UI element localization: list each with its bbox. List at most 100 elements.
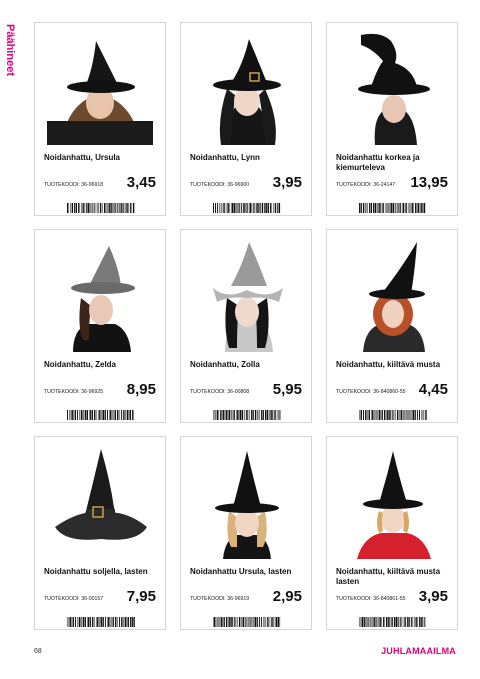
barcode-bar	[404, 410, 406, 420]
barcode-bar	[361, 410, 362, 420]
barcode-bar	[395, 203, 397, 213]
barcode-bar	[213, 203, 214, 213]
barcode-bar	[102, 617, 104, 627]
barcode-bar	[236, 410, 238, 420]
barcode-bar	[119, 617, 121, 627]
barcode-bar	[110, 410, 111, 420]
barcode-bar	[256, 617, 258, 627]
product-code: TUOTEKOODI: 36-840860-55	[336, 389, 406, 395]
barcode-bar	[234, 617, 236, 627]
barcode-bar	[395, 410, 396, 420]
barcode-bar	[373, 617, 375, 627]
barcode-bar	[414, 617, 416, 627]
barcode-bar	[128, 203, 129, 213]
product-title: Noidanhattu soljella, lasten	[44, 567, 148, 576]
barcode	[67, 617, 135, 627]
barcode-bar	[237, 617, 238, 627]
product-card[interactable]: Noidanhattu, Zelda TUOTEKOODI: 36-96925 …	[34, 229, 166, 423]
product-card[interactable]: Noidanhattu, kiiltävä musta TUOTEKOODI: …	[326, 229, 458, 423]
barcode-bar	[82, 203, 83, 213]
barcode-bar	[260, 617, 262, 627]
barcode-bar	[248, 617, 249, 627]
product-card[interactable]: Noidanhattu, Lynn TUOTEKOODI: 36-96900 3…	[180, 22, 312, 216]
barcode-bar	[368, 617, 370, 627]
barcode-bar	[231, 203, 234, 213]
barcode-bar	[413, 410, 415, 420]
barcode-bar	[375, 410, 377, 420]
barcode-bar	[91, 203, 93, 213]
product-card[interactable]: Noidanhattu, Zolla TUOTEKOODI: 36-00808 …	[180, 229, 312, 423]
barcode-bar	[261, 410, 263, 420]
barcode-bar	[409, 203, 411, 213]
barcode-bar	[408, 617, 410, 627]
product-card[interactable]: Noidanhattu korkea ja kiemurteleva TUOTE…	[326, 22, 458, 216]
product-card[interactable]: Noidanhattu, kiiltävä musta lasten TUOTE…	[326, 436, 458, 630]
barcode-bar	[274, 203, 277, 213]
barcode-bar	[408, 410, 410, 420]
barcode-bar	[416, 410, 418, 420]
barcode-bar	[274, 410, 276, 420]
product-code: TUOTEKOODI: 36-840861-55	[336, 596, 406, 602]
barcode-bar	[239, 410, 242, 420]
barcode-bar	[377, 203, 378, 213]
barcode-bar	[241, 410, 244, 420]
barcode-bar	[369, 410, 370, 420]
barcode-bar	[131, 617, 133, 627]
barcode-bar	[123, 410, 125, 420]
barcode-bar	[220, 617, 222, 627]
barcode-bar	[99, 617, 101, 627]
brand-logo: JUHLAMAAILMA	[381, 646, 456, 656]
barcode-bar	[373, 410, 375, 420]
barcode-bar	[235, 410, 237, 420]
barcode-bar	[397, 203, 398, 213]
barcode-bar	[263, 617, 264, 627]
barcode-bar	[381, 617, 382, 627]
barcode-bar	[104, 410, 106, 420]
product-card[interactable]: Noidanhattu Ursula, lasten TUOTEKOODI: 3…	[180, 436, 312, 630]
barcode-bar	[259, 203, 261, 213]
barcode-bar	[222, 410, 223, 420]
barcode-bar	[419, 410, 420, 420]
barcode-bar	[109, 617, 111, 627]
barcode-bar	[68, 203, 69, 213]
barcode-bar	[420, 203, 422, 213]
barcode-bar	[363, 617, 365, 627]
product-code: TUOTEKOODI: 36-96900	[190, 182, 250, 188]
barcode-bar	[77, 617, 78, 627]
barcode-bar	[279, 410, 281, 420]
barcode-bar	[359, 203, 360, 213]
barcode-bar	[230, 203, 232, 213]
barcode-bar	[386, 617, 388, 627]
product-photo	[187, 236, 305, 352]
barcode-bar	[359, 410, 360, 420]
barcode-bar	[268, 203, 269, 213]
barcode-bar	[79, 203, 81, 213]
barcode-bar	[273, 617, 274, 627]
barcode-bar	[425, 410, 427, 420]
product-card[interactable]: Noidanhattu soljella, lasten TUOTEKOODI:…	[34, 436, 166, 630]
barcode-bar	[389, 617, 391, 627]
product-card[interactable]: Noidanhattu, Ursula TUOTEKOODI: 36-96918…	[34, 22, 166, 216]
barcode-bar	[388, 203, 390, 213]
barcode-bar	[99, 203, 102, 213]
product-title: Noidanhattu, Ursula	[44, 153, 121, 162]
barcode-bar	[370, 617, 372, 627]
barcode-bar	[67, 410, 68, 420]
barcode-bar	[413, 203, 414, 213]
product-code: TUOTEKOODI: 36-00157	[44, 596, 104, 602]
page-number: 68	[34, 648, 42, 655]
barcode-bar	[111, 410, 113, 420]
barcode-bar	[117, 203, 119, 213]
barcode-bar	[269, 617, 271, 627]
barcode-bar	[265, 617, 267, 627]
product-price: 5,95	[272, 381, 302, 398]
barcode-bar	[246, 617, 248, 627]
barcode-bar	[114, 203, 115, 213]
barcode-bar	[102, 203, 103, 213]
barcode-bar	[68, 617, 70, 627]
barcode-bar	[401, 203, 403, 213]
barcode-bar	[244, 410, 245, 420]
barcode-bar	[387, 203, 389, 213]
barcode-bar	[117, 617, 118, 627]
barcode-bar	[367, 203, 368, 213]
